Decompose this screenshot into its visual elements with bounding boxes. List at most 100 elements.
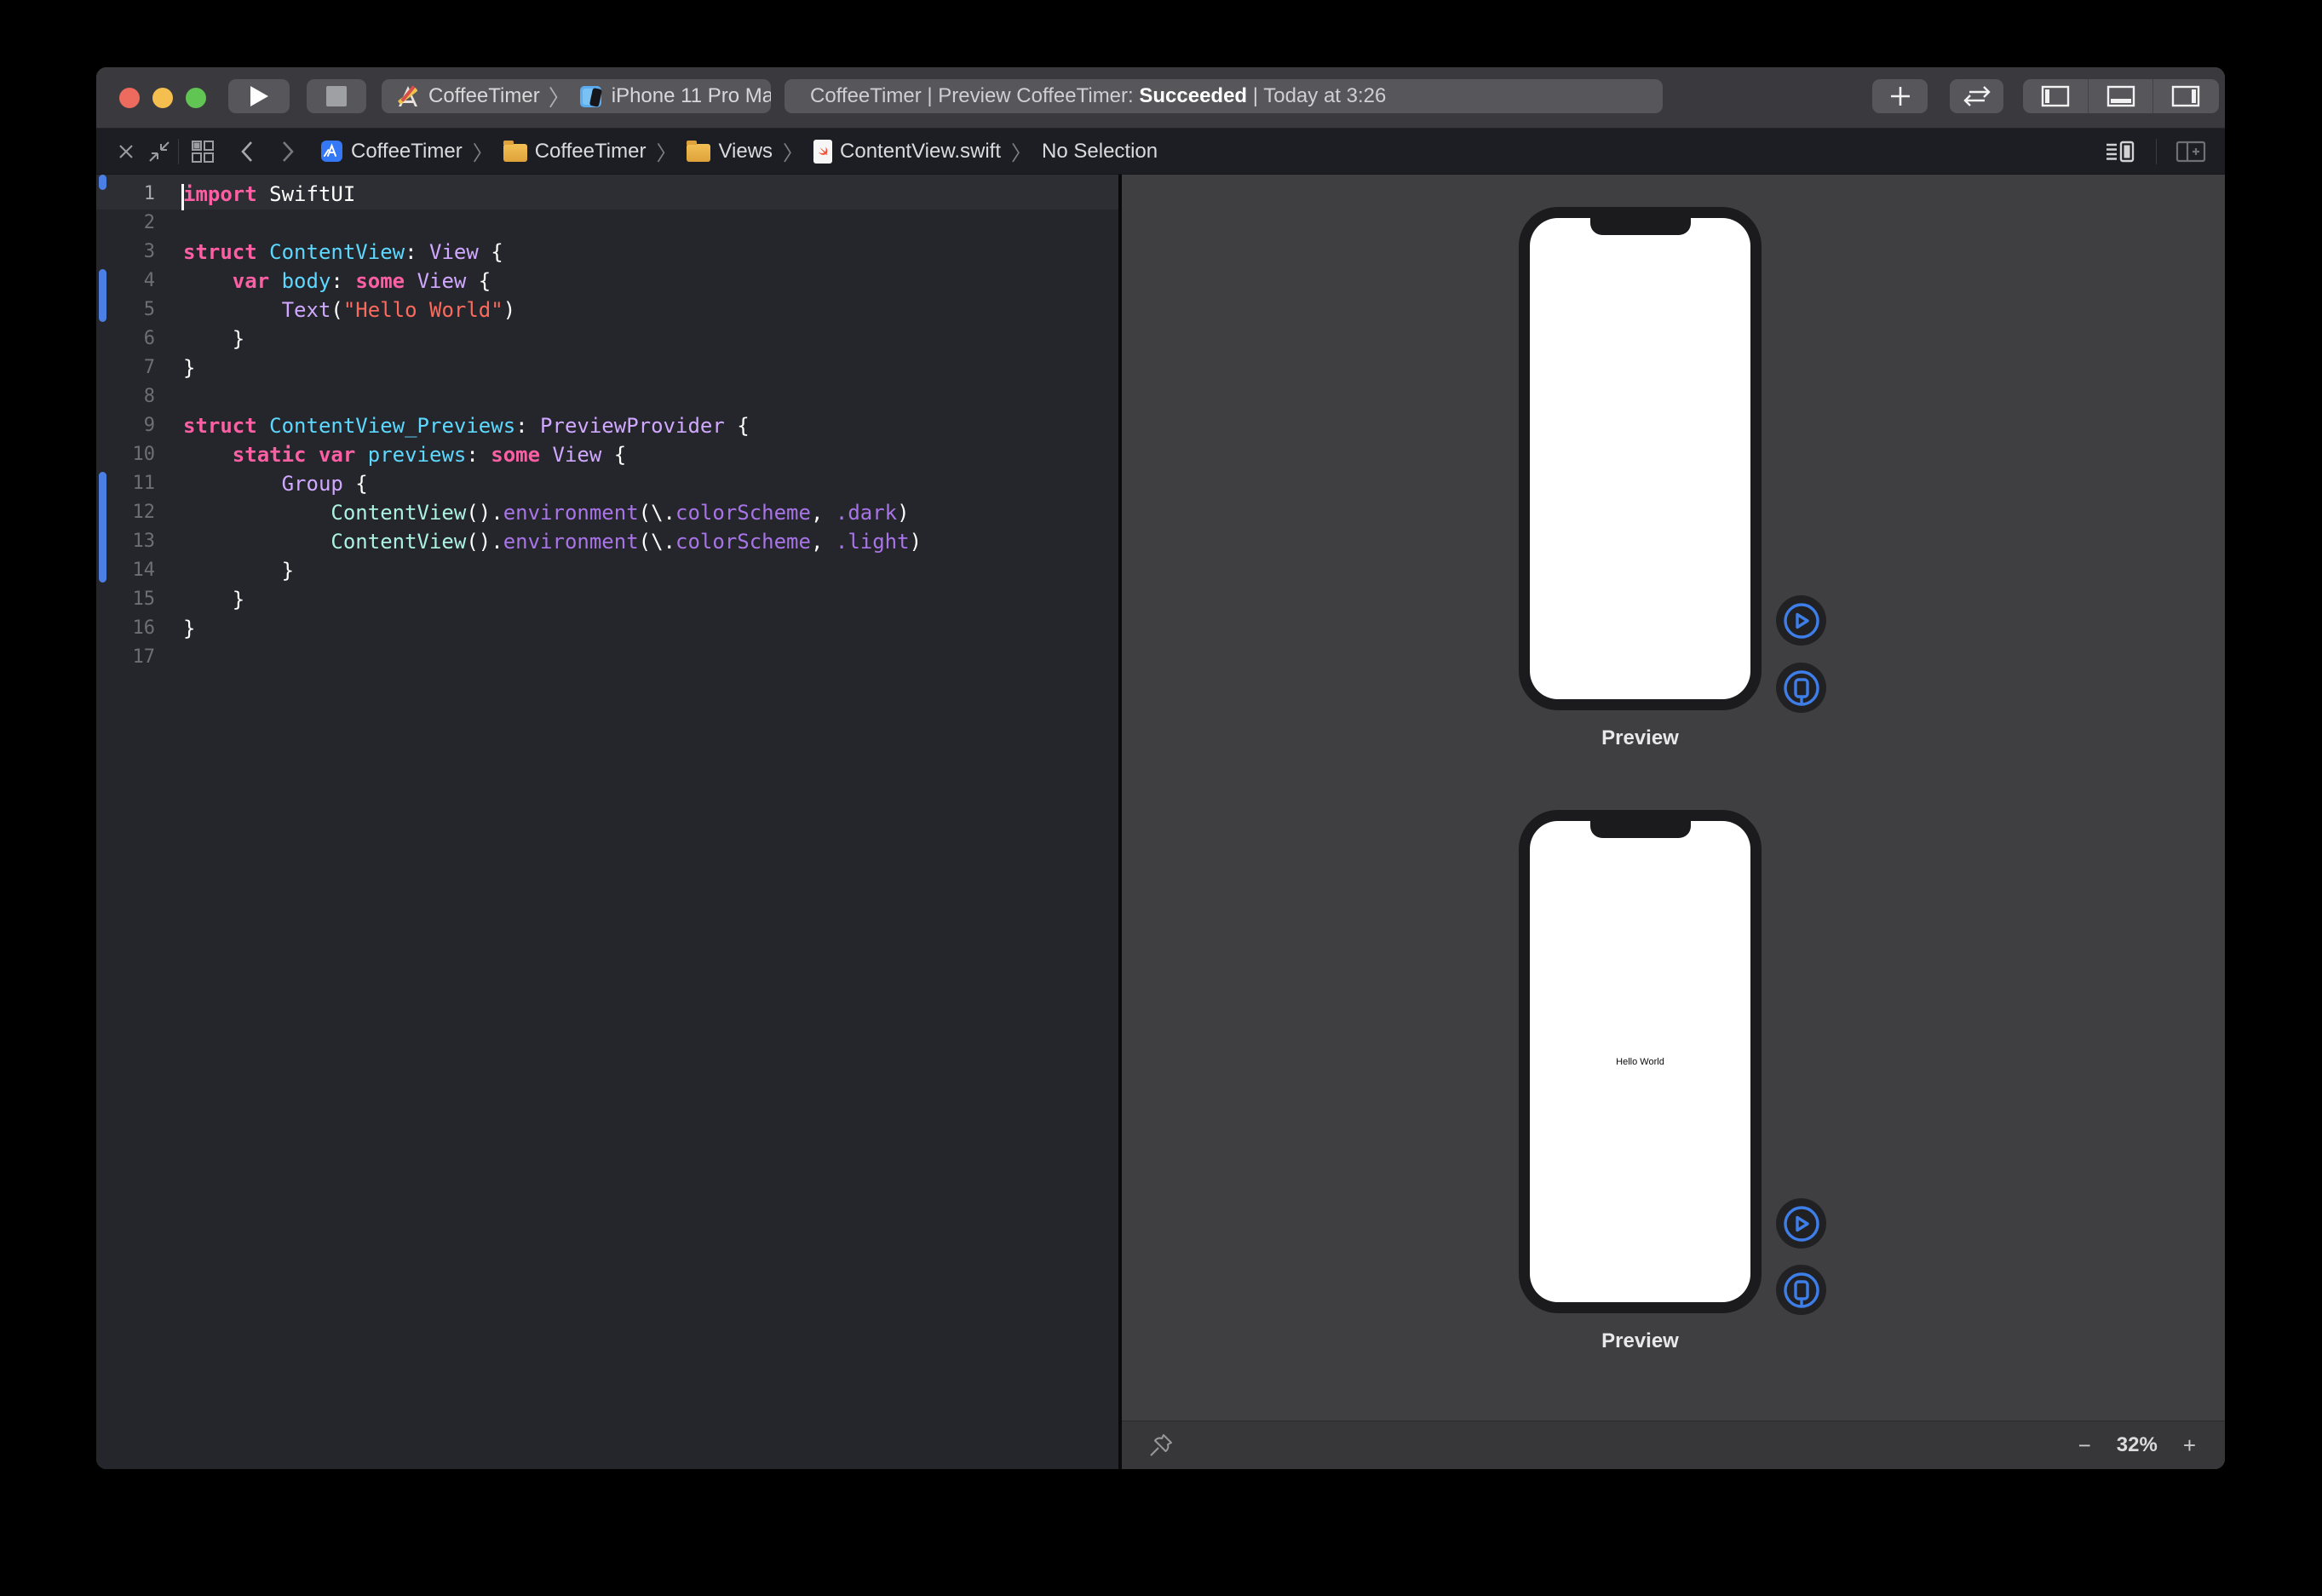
preview-on-device-button-2[interactable] xyxy=(1776,1265,1826,1315)
code-text xyxy=(163,643,183,672)
preview-label-2: Preview xyxy=(1519,1329,1762,1353)
left-panel-icon xyxy=(2041,85,2070,107)
code-line[interactable]: 6 } xyxy=(96,324,1118,353)
preview-screen-1 xyxy=(1530,218,1750,699)
go-forward-button[interactable] xyxy=(267,141,308,163)
toggle-left-sidebar-button[interactable] xyxy=(2023,79,2088,113)
toggle-inspector-button[interactable] xyxy=(2152,79,2217,113)
breadcrumb-item-views[interactable]: Views xyxy=(687,140,773,164)
zoom-controls: − 32% + xyxy=(2078,1432,2225,1459)
code-line[interactable]: 9struct ContentView_Previews: PreviewPro… xyxy=(96,411,1118,440)
preview-screen-text: Hello World xyxy=(1616,1057,1664,1067)
chevron-left-icon xyxy=(240,141,254,163)
zoom-in-button[interactable]: + xyxy=(2183,1432,2196,1459)
editor-options-button[interactable] xyxy=(2105,140,2137,164)
code-line[interactable]: 1import SwiftUI xyxy=(96,180,1118,209)
line-number: 3 xyxy=(96,238,163,267)
code-line[interactable]: 15 } xyxy=(96,585,1118,614)
code-text xyxy=(163,209,183,238)
activity-status-bar[interactable]: CoffeeTimer | Preview CoffeeTimer: Succe… xyxy=(785,79,1663,113)
breadcrumb-separator: 〉 xyxy=(463,136,503,166)
run-button[interactable] xyxy=(228,79,290,113)
breadcrumb-item-selection[interactable]: No Selection xyxy=(1042,140,1158,164)
status-text-bold: Succeeded xyxy=(1139,84,1247,107)
app-icon xyxy=(320,140,343,163)
code-line[interactable]: 3struct ContentView: View { xyxy=(96,238,1118,267)
breadcrumb-item-group[interactable]: CoffeeTimer xyxy=(503,140,647,164)
scheme-selector[interactable]: CoffeeTimer 〉 iPhone 11 Pro Max xyxy=(382,79,771,113)
plus-icon xyxy=(1888,83,1913,109)
library-button[interactable] xyxy=(1872,79,1928,113)
breadcrumb-label: No Selection xyxy=(1042,140,1158,164)
code-line[interactable]: 13 ContentView().environment(\.colorSche… xyxy=(96,527,1118,556)
source-editor[interactable]: 1import SwiftUI23struct ContentView: Vie… xyxy=(96,175,1118,1469)
code-line[interactable]: 11 Group { xyxy=(96,469,1118,498)
minimize-window-button[interactable] xyxy=(152,88,173,108)
pin-preview-button[interactable] xyxy=(1147,1432,1175,1459)
zoom-window-button[interactable] xyxy=(186,88,206,108)
zoom-out-button[interactable]: − xyxy=(2078,1432,2091,1459)
code-line[interactable]: 14 } xyxy=(96,556,1118,585)
preview-device-2[interactable]: Hello World xyxy=(1519,810,1762,1313)
change-bar xyxy=(99,472,106,583)
line-number: 15 xyxy=(96,585,163,614)
close-icon xyxy=(117,142,135,161)
code-line[interactable]: 5 Text("Hello World") xyxy=(96,296,1118,324)
line-number: 2 xyxy=(96,209,163,238)
live-preview-button-1[interactable] xyxy=(1776,595,1826,646)
code-text: ContentView().environment(\.colorScheme,… xyxy=(163,527,922,556)
go-back-button[interactable] xyxy=(227,141,267,163)
breadcrumb-label: ContentView.swift xyxy=(840,140,1001,164)
preview-on-device-button-1[interactable] xyxy=(1776,663,1826,713)
code-text: } xyxy=(163,556,294,585)
add-editor-button[interactable] xyxy=(2175,140,2206,164)
desktop-background: CoffeeTimer 〉 iPhone 11 Pro Max CoffeeTi… xyxy=(0,0,2322,1596)
code-line[interactable]: 2 xyxy=(96,209,1118,238)
preview-device-1[interactable] xyxy=(1519,207,1762,710)
device-notch xyxy=(1590,821,1691,838)
line-number: 8 xyxy=(96,382,163,411)
pin-icon xyxy=(1147,1432,1175,1459)
breadcrumb-label: CoffeeTimer xyxy=(351,140,463,164)
live-preview-button-2[interactable] xyxy=(1776,1198,1826,1249)
device-notch xyxy=(1590,218,1691,235)
editor-swap-button[interactable] xyxy=(1950,79,2003,113)
code-text: } xyxy=(163,614,195,643)
code-line[interactable]: 4 var body: some View { xyxy=(96,267,1118,296)
code-text: import SwiftUI xyxy=(163,180,355,209)
preview-canvas[interactable]: Preview Hello xyxy=(1122,175,2225,1469)
code-line[interactable]: 7} xyxy=(96,353,1118,382)
related-items-button[interactable] xyxy=(179,140,227,164)
folder-icon xyxy=(687,144,710,162)
code-line[interactable]: 10 static var previews: some View { xyxy=(96,440,1118,469)
code-text: } xyxy=(163,324,244,353)
status-text-post: | Today at 3:26 xyxy=(1247,84,1386,107)
toggle-debug-area-button[interactable] xyxy=(2088,79,2152,113)
bottom-panel-icon xyxy=(2106,85,2135,107)
text-cursor xyxy=(181,184,184,210)
code-text: var body: some View { xyxy=(163,267,491,296)
line-number: 17 xyxy=(96,643,163,672)
device-circle-icon xyxy=(1782,669,1821,708)
traffic-lights xyxy=(119,88,206,108)
minimize-arrows-icon xyxy=(148,141,170,163)
code-text: Text("Hello World") xyxy=(163,296,515,324)
swift-file-icon xyxy=(813,140,832,164)
simulator-icon xyxy=(579,83,605,109)
focus-editor-button[interactable] xyxy=(141,141,178,163)
play-circle-icon xyxy=(1782,1204,1821,1243)
code-line[interactable]: 16} xyxy=(96,614,1118,643)
xcode-window: CoffeeTimer 〉 iPhone 11 Pro Max CoffeeTi… xyxy=(96,67,2225,1469)
stop-button[interactable] xyxy=(307,79,366,113)
line-number: 6 xyxy=(96,324,163,353)
breadcrumb-item-file[interactable]: ContentView.swift xyxy=(813,140,1001,164)
close-editor-button[interactable] xyxy=(112,142,141,161)
code-line[interactable]: 12 ContentView().environment(\.colorSche… xyxy=(96,498,1118,527)
code-line[interactable]: 8 xyxy=(96,382,1118,411)
close-window-button[interactable] xyxy=(119,88,140,108)
play-icon xyxy=(248,84,270,108)
code-line[interactable]: 17 xyxy=(96,643,1118,672)
scheme-project-name: CoffeeTimer xyxy=(428,84,540,108)
breadcrumb-item-project[interactable]: CoffeeTimer xyxy=(320,140,463,164)
code-text xyxy=(163,382,183,411)
